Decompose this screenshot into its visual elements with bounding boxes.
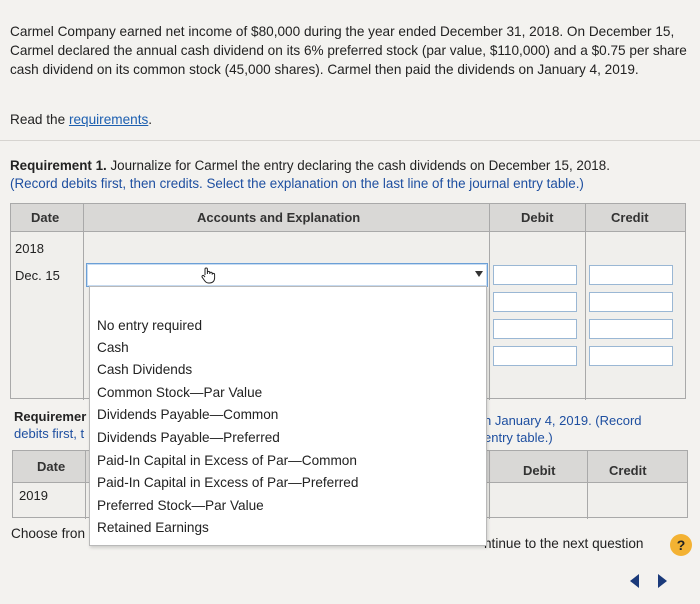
entry-year-2: 2019 [19, 488, 48, 503]
hand-pointer-icon [201, 267, 216, 284]
col-debit: Debit [521, 210, 554, 225]
dropdown-option[interactable]: Paid-In Capital in Excess of Par—Preferr… [97, 475, 358, 490]
read-suffix: . [148, 112, 153, 127]
requirement-2-right-line2: entry table.) [484, 430, 553, 445]
read-prefix: Read the [10, 112, 69, 127]
debit-input-4[interactable] [493, 346, 577, 366]
requirement-1-text: Journalize for Carmel the entry declarin… [106, 158, 610, 173]
previous-arrow-icon[interactable] [630, 574, 639, 588]
problem-text: Carmel Company earned net income of $80,… [10, 24, 687, 77]
col-credit: Credit [611, 210, 649, 225]
credit-input-4[interactable] [589, 346, 673, 366]
requirements-link[interactable]: requirements [69, 112, 148, 127]
help-icon[interactable]: ? [670, 534, 692, 556]
dropdown-option[interactable]: Cash [97, 340, 129, 355]
credit-input-2[interactable] [589, 292, 673, 312]
dropdown-option[interactable]: Cash Dividends [97, 362, 192, 377]
credit-input-3[interactable] [589, 319, 673, 339]
continue-text: ntinue to the next question [484, 536, 644, 551]
divider-debit-2 [587, 451, 588, 519]
dropdown-option[interactable]: Paid-In Capital in Excess of Par—Common [97, 453, 357, 468]
requirement-2-partial: Requiremer debits first, t [14, 408, 86, 442]
dropdown-option[interactable]: Retained Earnings [97, 520, 209, 535]
read-requirements-line: Read the requirements. [10, 112, 152, 127]
entry-date: Dec. 15 [15, 268, 60, 283]
divider-date-2 [85, 451, 86, 519]
dropdown-option[interactable]: Dividends Payable—Preferred [97, 430, 280, 445]
choose-from-text: Choose fron [11, 526, 86, 541]
debit-input-2[interactable] [493, 292, 577, 312]
section-divider [0, 140, 700, 141]
requirement-2-right: n January 4, 2019. (Record entry table.) [484, 412, 642, 446]
dropdown-option[interactable]: No entry required [97, 318, 202, 333]
account-dropdown-list: No entry required Cash Cash Dividends Co… [89, 286, 487, 546]
debit-input-3[interactable] [493, 319, 577, 339]
col-credit-2: Credit [609, 463, 647, 478]
requirement-2-right-line1: n January 4, 2019. (Record [484, 413, 642, 428]
requirement-1: Requirement 1. Journalize for Carmel the… [10, 157, 690, 193]
next-arrow-icon[interactable] [658, 574, 667, 588]
divider-date [83, 204, 84, 400]
divider-accounts-2 [489, 451, 490, 519]
journal-table-1-header: Date Accounts and Explanation Debit Cred… [11, 204, 685, 232]
divider-debit [585, 204, 586, 400]
requirement-2-note: debits first, t [14, 426, 85, 441]
col-debit-2: Debit [523, 463, 556, 478]
divider-accounts [489, 204, 490, 400]
dropdown-option[interactable]: Dividends Payable—Common [97, 407, 278, 422]
requirement-1-label: Requirement 1. [10, 158, 107, 173]
col-date-2: Date [37, 459, 66, 474]
dropdown-option[interactable]: Preferred Stock—Par Value [97, 498, 264, 513]
requirement-2-label: Requiremer [14, 409, 87, 424]
account-select[interactable] [86, 263, 488, 287]
dropdown-option[interactable]: Common Stock—Par Value [97, 385, 262, 400]
requirement-1-note: (Record debits first, then credits. Sele… [10, 176, 584, 191]
chevron-down-icon[interactable] [475, 271, 483, 277]
col-accounts: Accounts and Explanation [197, 210, 361, 225]
credit-input-1[interactable] [589, 265, 673, 285]
debit-input-1[interactable] [493, 265, 577, 285]
col-date: Date [31, 210, 60, 225]
entry-year: 2018 [15, 241, 44, 256]
